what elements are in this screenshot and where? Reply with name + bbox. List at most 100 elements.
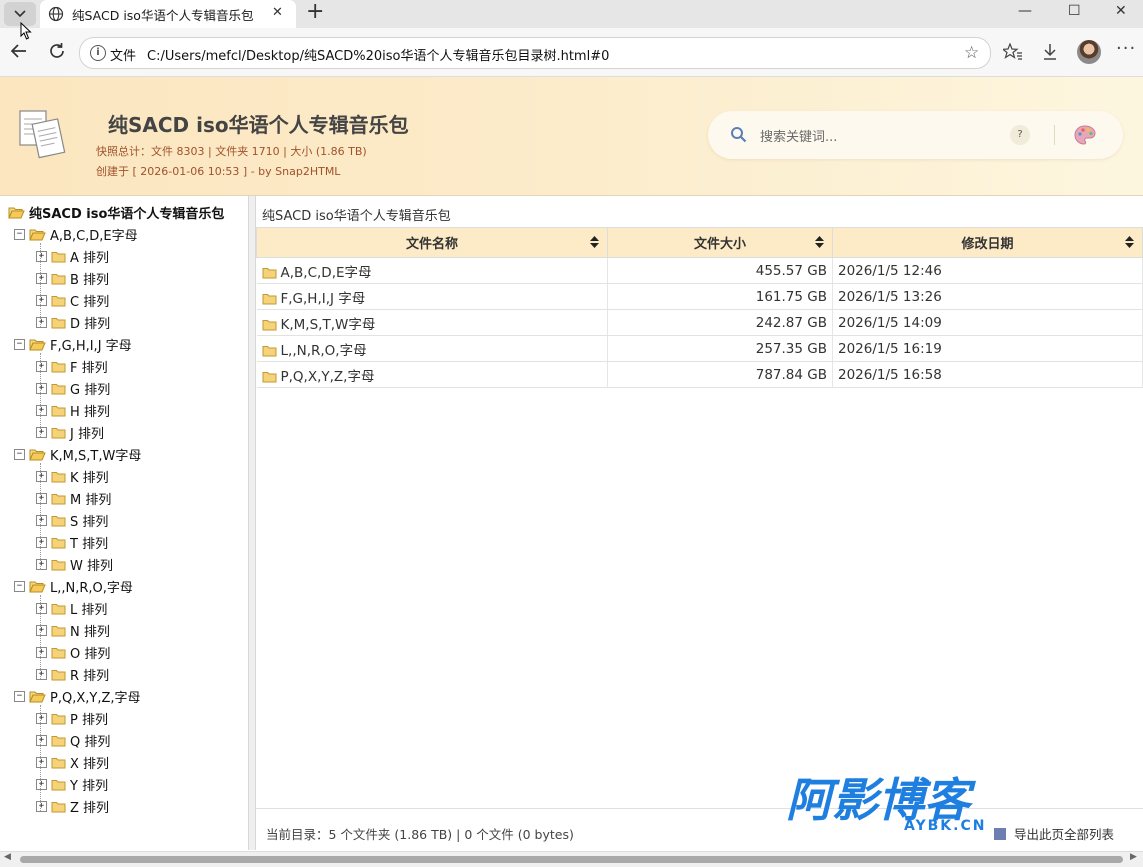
tree-folder-node[interactable]: + A 排列 [36,247,109,267]
expand-icon[interactable]: + [36,757,47,768]
table-row[interactable]: F,G,H,I,J 字母 161.75 GB 2026/1/5 13:26 [256,283,1143,310]
tree-folder-node[interactable]: + D 排列 [36,313,110,333]
sort-icon [590,236,599,248]
tree-folder-node[interactable]: + H 排列 [36,401,110,421]
expand-icon[interactable]: + [36,735,47,746]
tree-folder-node[interactable]: + F 排列 [36,357,108,377]
tree-folder-node[interactable]: + N 排列 [36,621,110,641]
expand-icon[interactable]: + [36,405,47,416]
scroll-right-icon[interactable]: ▶ [1130,852,1137,862]
scroll-left-icon[interactable]: ◀ [4,852,11,862]
expand-icon[interactable]: + [36,801,47,812]
tree-folder-node[interactable]: + W 排列 [36,555,113,575]
more-options-icon[interactable]: ··· [1116,38,1136,59]
panel-splitter[interactable] [249,196,256,850]
table-row[interactable]: K,M,S,T,W字母 242.87 GB 2026/1/5 14:09 [256,309,1143,336]
expand-icon[interactable]: + [36,559,47,570]
favorite-star-icon[interactable]: ☆ [964,43,979,63]
expand-icon[interactable]: + [36,471,47,482]
tree-folder-label: Y 排列 [70,779,109,794]
profile-avatar[interactable] [1077,40,1101,64]
favorites-icon[interactable] [1003,43,1023,61]
collapse-icon[interactable]: − [14,339,25,350]
tree-folder-node[interactable]: + M 排列 [36,489,111,509]
tree-root[interactable]: 纯SACD iso华语个人专辑音乐包 [8,203,224,223]
collapse-icon[interactable]: − [14,229,25,240]
expand-icon[interactable]: + [36,537,47,548]
close-window-button[interactable]: ✕ [1115,3,1127,19]
cell-name[interactable]: A,B,C,D,E字母 [256,257,608,284]
column-header-modified[interactable]: 修改日期 [832,227,1143,258]
download-icon[interactable] [1042,43,1058,61]
refresh-icon[interactable] [48,42,66,60]
help-button[interactable]: ? [1010,125,1030,145]
expand-icon[interactable]: + [36,427,47,438]
cell-name[interactable]: F,G,H,I,J 字母 [256,283,608,310]
tree-folder-node[interactable]: + R 排列 [36,665,109,685]
folder-icon [51,713,66,724]
tab-close-button[interactable]: ✕ [272,5,283,20]
collapse-icon[interactable]: − [14,581,25,592]
expand-icon[interactable]: + [36,295,47,306]
tree-folder-node[interactable]: + G 排列 [36,379,110,399]
theme-palette-icon[interactable] [1074,125,1096,145]
search-input[interactable]: 搜索关键词... [760,126,837,145]
expand-icon[interactable]: + [36,713,47,724]
expand-icon[interactable]: + [36,317,47,328]
column-header-size[interactable]: 文件大小 [607,227,833,258]
column-header-name[interactable]: 文件名称 [256,227,608,258]
tree-folder-node[interactable]: + J 排列 [36,423,104,443]
collapse-icon[interactable]: − [14,449,25,460]
table-row[interactable]: P,Q,X,Y,Z,字母 787.84 GB 2026/1/5 16:58 [256,361,1143,388]
tree-group-node[interactable]: − F,G,H,I,J 字母 [14,335,132,355]
expand-icon[interactable]: + [36,251,47,262]
expand-icon[interactable]: + [36,669,47,680]
expand-icon[interactable]: + [36,361,47,372]
cell-name[interactable]: L,,N,R,O,字母 [256,335,608,362]
browser-tab[interactable]: 纯SACD iso华语个人专辑音乐包 ✕ [40,0,296,28]
expand-icon[interactable]: + [36,779,47,790]
url-text[interactable]: C:/Users/mefcl/Desktop/纯SACD%20iso华语个人专辑… [147,45,609,64]
tree-folder-node[interactable]: + Z 排列 [36,797,109,817]
tree-folder-node[interactable]: + C 排列 [36,291,109,311]
tree-folder-node[interactable]: + Q 排列 [36,731,110,751]
tree-folder-label: L 排列 [70,603,108,618]
tree-group-node[interactable]: − P,Q,X,Y,Z,字母 [14,687,141,707]
expand-icon[interactable]: + [36,647,47,658]
expand-icon[interactable]: + [36,493,47,504]
horizontal-scrollbar[interactable]: ◀ ▶ [0,851,1143,867]
expand-icon[interactable]: + [36,515,47,526]
expand-icon[interactable]: + [36,603,47,614]
info-icon[interactable]: i [90,45,106,61]
tree-folder-node[interactable]: + K 排列 [36,467,109,487]
tree-folder-node[interactable]: + O 排列 [36,643,110,663]
expand-icon[interactable]: + [36,273,47,284]
expand-icon[interactable]: + [36,383,47,394]
maximize-button[interactable]: ☐ [1068,3,1081,19]
tree-group-node[interactable]: − A,B,C,D,E字母 [14,225,138,245]
search-box[interactable]: 搜索关键词... ? [708,111,1123,159]
address-bar[interactable]: i 文件 C:/Users/mefcl/Desktop/纯SACD%20iso华… [79,37,991,69]
cell-name[interactable]: K,M,S,T,W字母 [256,309,608,336]
back-arrow-icon[interactable] [10,42,28,60]
tree-folder-node[interactable]: + L 排列 [36,599,107,619]
expand-icon[interactable]: + [36,625,47,636]
tree-group-label: P,Q,X,Y,Z,字母 [50,691,141,706]
cell-name[interactable]: P,Q,X,Y,Z,字母 [256,361,608,388]
tree-folder-node[interactable]: + X 排列 [36,753,109,773]
collapse-icon[interactable]: − [14,691,25,702]
new-tab-button[interactable]: + [306,0,324,24]
tree-folder-node[interactable]: + T 排列 [36,533,108,553]
tree-folder-node[interactable]: + Y 排列 [36,775,108,795]
tree-folder-node[interactable]: + B 排列 [36,269,109,289]
tree-group-node[interactable]: − L,,N,R,O,字母 [14,577,133,597]
tree-folder-node[interactable]: + S 排列 [36,511,108,531]
scrollbar-thumb[interactable] [20,856,1123,863]
folder-icon [51,625,66,636]
search-divider [1054,125,1055,145]
table-row[interactable]: L,,N,R,O,字母 257.35 GB 2026/1/5 16:19 [256,335,1143,362]
tree-group-node[interactable]: − K,M,S,T,W字母 [14,445,141,465]
table-row[interactable]: A,B,C,D,E字母 455.57 GB 2026/1/5 12:46 [256,257,1143,284]
tree-folder-node[interactable]: + P 排列 [36,709,108,729]
minimize-button[interactable]: — [1018,3,1032,19]
